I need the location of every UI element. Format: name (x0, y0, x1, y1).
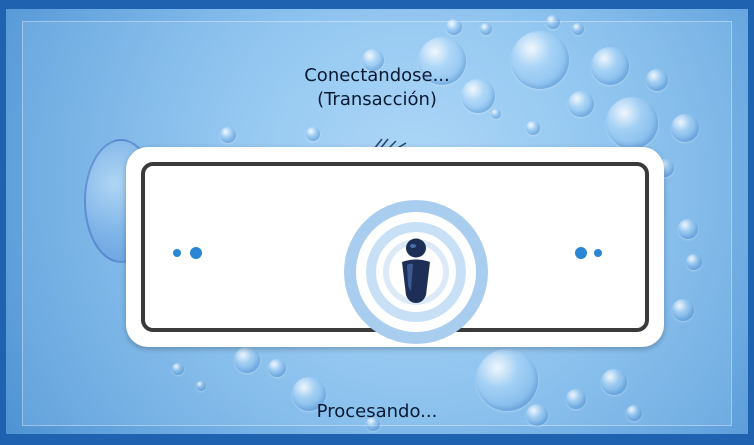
bubble (686, 254, 702, 270)
processing-dialog-panel (141, 162, 649, 344)
transaction-label: (Transacción) (317, 89, 437, 110)
bubble (572, 23, 584, 35)
atm-screen: Conectandose... (Transacción) Procesando… (0, 0, 754, 445)
bubble (306, 127, 320, 141)
connection-status: Conectandose... (Transacción) (6, 64, 748, 112)
bubble (546, 15, 560, 29)
progress-dot-large (575, 247, 587, 259)
processing-label: Procesando... (316, 401, 438, 422)
bubble (172, 363, 184, 375)
connecting-label: Conectandose... (304, 65, 450, 86)
bubble (446, 19, 462, 35)
bubble (220, 127, 236, 143)
info-person-icon (344, 200, 488, 344)
progress-dot-small (594, 249, 602, 257)
bubble (678, 219, 698, 239)
bubble (671, 114, 699, 142)
bubble (196, 381, 206, 391)
bubble (234, 347, 260, 373)
processing-dialog (126, 147, 664, 347)
bubble (480, 23, 492, 35)
bubble (601, 369, 627, 395)
bubble (526, 121, 540, 135)
bubble (672, 299, 694, 321)
progress-dot-small (173, 249, 181, 257)
bubble (268, 359, 286, 377)
progress-dot-large (190, 247, 202, 259)
